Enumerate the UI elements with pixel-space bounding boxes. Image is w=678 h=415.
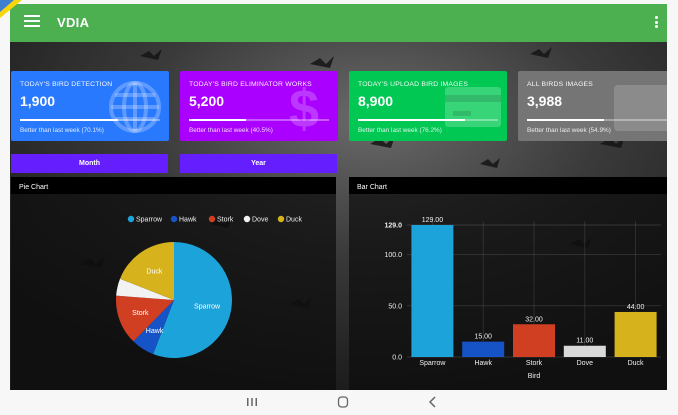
x-tick-label: Dove xyxy=(577,360,593,367)
bar[interactable] xyxy=(614,311,657,357)
legend-label: Stork xyxy=(217,217,234,224)
card-title: TODAY'S BIRD ELIMINATOR WORKS xyxy=(189,81,312,88)
card-progress-fill xyxy=(20,119,119,121)
legend-label: Sparrow xyxy=(136,217,163,224)
card-value: 3,988 xyxy=(527,93,563,109)
app-bar: VDIA xyxy=(10,4,667,42)
x-tick-label: Stork xyxy=(526,360,543,367)
slice-label: Stork xyxy=(132,310,149,317)
card-value: 5,200 xyxy=(189,93,225,109)
bar-chart[interactable]: 0.0 50.0 100.0 129.0 129.00 Sparrow 15.00 Hawk 3… xyxy=(349,177,667,390)
year-button[interactable]: Year xyxy=(180,154,337,173)
device-screen: VDIA TODAY'S BIRD DETECTION 1,900 Better… xyxy=(0,0,678,415)
slice-label: Hawk xyxy=(146,328,164,335)
legend-swatch xyxy=(127,215,135,223)
card-progress-bar xyxy=(527,119,667,121)
pie-chart[interactable]: Sparrow Hawk Stork Dove Duck Sparrow Hawk Stork… xyxy=(11,177,336,390)
x-axis-title: Bird xyxy=(528,373,541,380)
card-progress-bar xyxy=(358,119,498,121)
globe-icon xyxy=(109,81,161,133)
card-eliminator-works[interactable]: $ TODAY'S BIRD ELIMINATOR WORKS 5,200 Be… xyxy=(180,71,338,141)
back-icon[interactable] xyxy=(425,395,441,409)
card-footer: Better than last week (76.2%) xyxy=(358,127,442,134)
legend-swatch xyxy=(170,215,178,223)
app-window: VDIA TODAY'S BIRD DETECTION 1,900 Better… xyxy=(10,4,667,390)
bar[interactable] xyxy=(411,225,454,357)
card-value: 8,900 xyxy=(358,93,394,109)
card-footer: Better than last week (54.9%) xyxy=(527,127,611,134)
card-title: ALL BIRDS IMAGES xyxy=(527,81,594,88)
card-progress-fill xyxy=(189,119,246,121)
slice-label: Duck xyxy=(146,269,162,276)
y-tick-label: 100.0 xyxy=(384,252,402,259)
card-progress-bar xyxy=(20,119,160,121)
card-value: 1,900 xyxy=(20,93,56,109)
more-vert-icon[interactable] xyxy=(653,16,659,30)
month-button[interactable]: Month xyxy=(11,154,168,173)
y-tick-label: 0.0 xyxy=(392,355,402,362)
x-tick-label: Sparrow xyxy=(419,360,446,367)
bar-chart-panel: Bar Chart 0.0 50.0 100.0 129.0 129.00 Sparrow… xyxy=(349,177,667,390)
x-tick-label: Duck xyxy=(628,360,644,367)
legend-swatch xyxy=(243,215,251,223)
menu-icon[interactable] xyxy=(24,15,40,31)
bar[interactable] xyxy=(513,324,555,357)
pie-chart-panel: Pie Chart Sparrow Hawk Stork Dove Duck Sparro… xyxy=(11,177,336,390)
legend-swatch xyxy=(277,215,285,223)
card-title: TODAY'S UPLOAD BIRD IMAGES xyxy=(358,81,469,88)
app-title: VDIA xyxy=(57,15,90,30)
legend-item[interactable]: Hawk xyxy=(170,215,197,224)
system-nav-bar xyxy=(0,390,678,415)
bar-value-label: 32.00 xyxy=(525,316,543,323)
x-tick-label: Hawk xyxy=(474,360,492,367)
legend-label: Duck xyxy=(286,217,302,224)
bar-value-label: 129.00 xyxy=(422,217,444,224)
y-tick-label: 129.0 xyxy=(384,223,402,230)
legend-swatch xyxy=(208,215,216,223)
card-upload-images[interactable]: TODAY'S UPLOAD BIRD IMAGES 8,900 Better … xyxy=(349,71,507,141)
card-progress-fill xyxy=(358,119,465,121)
card-progress-bar xyxy=(189,119,329,121)
bar[interactable] xyxy=(563,345,606,357)
recents-icon[interactable] xyxy=(244,395,260,409)
card-bird-detection[interactable]: TODAY'S BIRD DETECTION 1,900 Better than… xyxy=(11,71,169,141)
slice-label: Sparrow xyxy=(194,304,221,311)
legend-label: Hawk xyxy=(179,217,197,224)
y-tick-label: 50.0 xyxy=(388,303,402,310)
card-title: TODAY'S BIRD DETECTION xyxy=(20,81,113,88)
bar-value-label: 44.00 xyxy=(627,304,645,311)
card-progress-fill xyxy=(527,119,604,121)
home-icon[interactable] xyxy=(335,395,351,409)
legend-item[interactable]: Duck xyxy=(277,215,303,224)
card-footer: Better than last week (70.1%) xyxy=(20,127,104,134)
legend-label: Dove xyxy=(252,217,268,224)
bar[interactable] xyxy=(462,341,505,357)
card-all-images[interactable]: ALL BIRDS IMAGES 3,988 Better than last … xyxy=(518,71,667,141)
pin-icon xyxy=(0,0,22,18)
legend-item[interactable]: Sparrow xyxy=(127,215,163,224)
card-footer: Better than last week (40.5%) xyxy=(189,127,273,134)
bar-value-label: 15.00 xyxy=(474,334,492,341)
bar-value-label: 11.00 xyxy=(576,338,593,345)
image-icon xyxy=(614,85,667,131)
legend-item[interactable]: Dove xyxy=(243,215,269,224)
legend-item[interactable]: Stork xyxy=(208,215,234,224)
